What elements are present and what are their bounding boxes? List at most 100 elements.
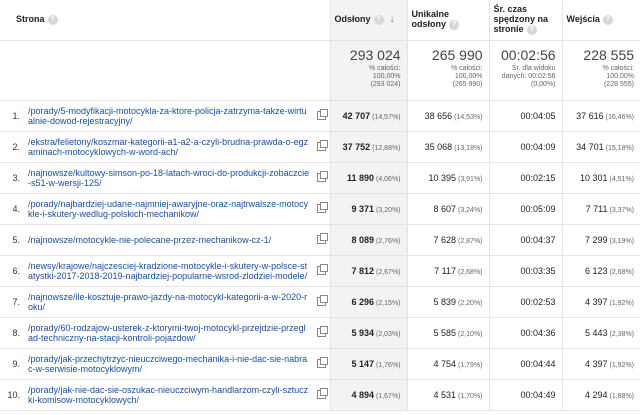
views-percent: (12,88%) xyxy=(372,144,401,152)
time-cell: 00:02:53 xyxy=(488,286,563,318)
row-number: 5. xyxy=(0,224,26,256)
unique-value: 5 839 xyxy=(433,296,456,307)
open-external-icon[interactable] xyxy=(316,263,328,275)
help-icon[interactable]: ? xyxy=(373,14,384,25)
entries-percent: (4,51%) xyxy=(609,175,635,183)
column-header-page[interactable]: Strona? xyxy=(0,0,331,41)
totals-entries: 228 555 % całości: 100,00% (228 555) xyxy=(561,40,640,101)
help-icon[interactable]: ? xyxy=(602,15,613,26)
help-icon[interactable]: ? xyxy=(47,15,58,26)
page-cell: /porady/jak-przechytrzyc-nieuczciwego-me… xyxy=(26,348,331,380)
entries-cell: 10 301 (4,51%) xyxy=(561,162,640,194)
column-header-time-label: Śr. czas spędzony na stronie xyxy=(493,4,549,35)
entries-value: 4 294 xyxy=(584,389,608,400)
unique-cell: 10 395 (3,91%) xyxy=(406,162,490,194)
open-external-icon[interactable] xyxy=(316,170,328,182)
totals-time-value: 00:02:56 xyxy=(501,46,556,63)
unique-value: 35 068 xyxy=(424,141,453,152)
open-external-icon[interactable] xyxy=(316,294,328,306)
entries-cell: 4 397 (1,92%) xyxy=(561,286,640,318)
page-cell: /porady/5-modyfikacji-motocykla-za-ktore… xyxy=(26,100,331,132)
open-external-icon[interactable] xyxy=(316,232,328,244)
time-cell: 00:04:09 xyxy=(488,131,563,163)
unique-cell: 7 628 (2,87%) xyxy=(406,224,490,256)
unique-percent: (3,91%) xyxy=(458,175,483,183)
time-cell: 00:04:37 xyxy=(488,224,563,256)
page-link[interactable]: /najnowsze/ile-kosztuje-prawo-jazdy-na-m… xyxy=(28,292,310,312)
entries-cell: 4 294 (1,88%) xyxy=(561,379,640,411)
entries-value: 4 397 xyxy=(584,296,608,307)
open-external-icon[interactable] xyxy=(316,108,328,120)
totals-time-line1: Śr. dla widoku xyxy=(511,64,556,72)
views-cell: 6 296 (2,15%) xyxy=(329,286,408,318)
page-link[interactable]: /porady/jak-przechytrzyc-nieuczciwego-me… xyxy=(28,354,310,374)
help-icon[interactable]: ? xyxy=(526,25,537,36)
open-external-icon[interactable] xyxy=(316,387,328,399)
page-link[interactable]: /porady/jak-nie-dac-sie-oszukac-nieuczci… xyxy=(28,385,310,405)
page-cell: /porady/najbardziej-udane-najmniej-awary… xyxy=(26,193,331,225)
page-link[interactable]: /porady/najbardziej-udane-najmniej-awary… xyxy=(28,199,310,219)
unique-cell: 4 754 (1,79%) xyxy=(406,348,490,380)
views-percent: (4,06%) xyxy=(376,175,401,183)
open-external-icon[interactable] xyxy=(316,139,328,151)
help-icon[interactable]: ? xyxy=(449,20,460,31)
unique-percent: (1,70%) xyxy=(458,392,483,400)
page-link[interactable]: /najnowsze/motocykle-nie-polecane-przez-… xyxy=(28,235,310,245)
row-number: 2. xyxy=(0,131,26,163)
views-cell: 37 752 (12,88%) xyxy=(329,131,408,163)
column-header-unique[interactable]: Unikalne odsłony? xyxy=(406,0,490,41)
column-header-entries[interactable]: Wejścia? xyxy=(561,0,640,41)
table-row: 10. /porady/jak-nie-dac-sie-oszukac-nieu… xyxy=(0,379,640,411)
time-value: 00:03:35 xyxy=(520,265,556,276)
page-link[interactable]: /newsy/krajowe/najczesciej-kradzione-mot… xyxy=(28,261,310,281)
entries-cell: 6 123 (2,68%) xyxy=(561,255,640,287)
unique-cell: 5 585 (2,10%) xyxy=(406,317,490,349)
unique-value: 4 531 xyxy=(433,389,456,400)
table-row: 9. /porady/jak-przechytrzyc-nieuczciwego… xyxy=(0,348,640,380)
table-row: 3. /najnowsze/kultowy-simson-po-18-latac… xyxy=(0,162,640,194)
entries-percent: (1,92%) xyxy=(609,361,635,369)
time-cell: 00:03:35 xyxy=(488,255,563,287)
page-link[interactable]: /porady/60-rodzajow-usterek-z-ktorymi-tw… xyxy=(28,323,310,343)
unique-percent: (1,79%) xyxy=(458,361,483,369)
column-header-unique-label: Unikalne odsłony xyxy=(411,9,450,30)
totals-entries-line3: (228 555) xyxy=(604,80,635,88)
open-external-icon[interactable] xyxy=(316,201,328,213)
unique-cell: 4 531 (1,70%) xyxy=(406,379,490,411)
column-header-time[interactable]: Śr. czas spędzony na stronie? xyxy=(488,0,563,41)
open-external-icon[interactable] xyxy=(316,356,328,368)
time-cell: 00:04:36 xyxy=(488,317,563,349)
table-row: 7. /najnowsze/ile-kosztuje-prawo-jazdy-n… xyxy=(0,286,640,318)
page-cell: /newsy/krajowe/najczesciej-kradzione-mot… xyxy=(26,255,331,287)
totals-entries-value: 228 555 xyxy=(583,46,635,63)
analytics-table: Strona? Odsłony? ↓ Unikalne odsłony? Śr. … xyxy=(0,0,640,411)
entries-percent: (2,38%) xyxy=(609,330,635,338)
unique-cell: 35 068 (13,18%) xyxy=(406,131,490,163)
entries-percent: (1,92%) xyxy=(609,299,635,307)
views-percent: (2,67%) xyxy=(376,268,401,276)
entries-value: 10 301 xyxy=(579,172,608,183)
totals-entries-line2: 100,00% xyxy=(606,72,635,80)
row-number: 6. xyxy=(0,255,26,287)
totals-unique-line2: 100,00% xyxy=(454,72,483,80)
views-value: 4 894 xyxy=(351,389,374,400)
page-link[interactable]: /najnowsze/kultowy-simson-po-18-latach-w… xyxy=(28,168,310,188)
table-row: 1. /porady/5-modyfikacji-motocykla-za-kt… xyxy=(0,100,640,132)
views-cell: 42 707 (14,57%) xyxy=(329,100,408,132)
column-header-views[interactable]: Odsłony? ↓ xyxy=(329,0,408,41)
table-row: 5. /najnowsze/motocykle-nie-polecane-prz… xyxy=(0,224,640,256)
totals-unique: 265 990 % całości: 100,00% (265 990) xyxy=(406,40,490,101)
entries-value: 6 123 xyxy=(584,265,608,276)
page-link[interactable]: /ekstra/felietony/koszmar-kategorii-a1-a… xyxy=(28,137,310,157)
row-number: 9. xyxy=(0,348,26,380)
unique-cell: 8 607 (3,24%) xyxy=(406,193,490,225)
entries-value: 37 616 xyxy=(576,110,604,121)
page-link[interactable]: /porady/5-modyfikacji-motocykla-za-ktore… xyxy=(28,106,310,126)
open-external-icon[interactable] xyxy=(316,325,328,337)
header-row: Strona? Odsłony? ↓ Unikalne odsłony? Śr. … xyxy=(0,0,640,41)
entries-value: 7 711 xyxy=(585,203,608,214)
entries-cell: 4 397 (1,92%) xyxy=(561,348,640,380)
views-cell: 7 812 (2,67%) xyxy=(329,255,408,287)
sort-down-icon[interactable]: ↓ xyxy=(390,14,395,25)
totals-views-line1: % całości: xyxy=(369,64,401,72)
